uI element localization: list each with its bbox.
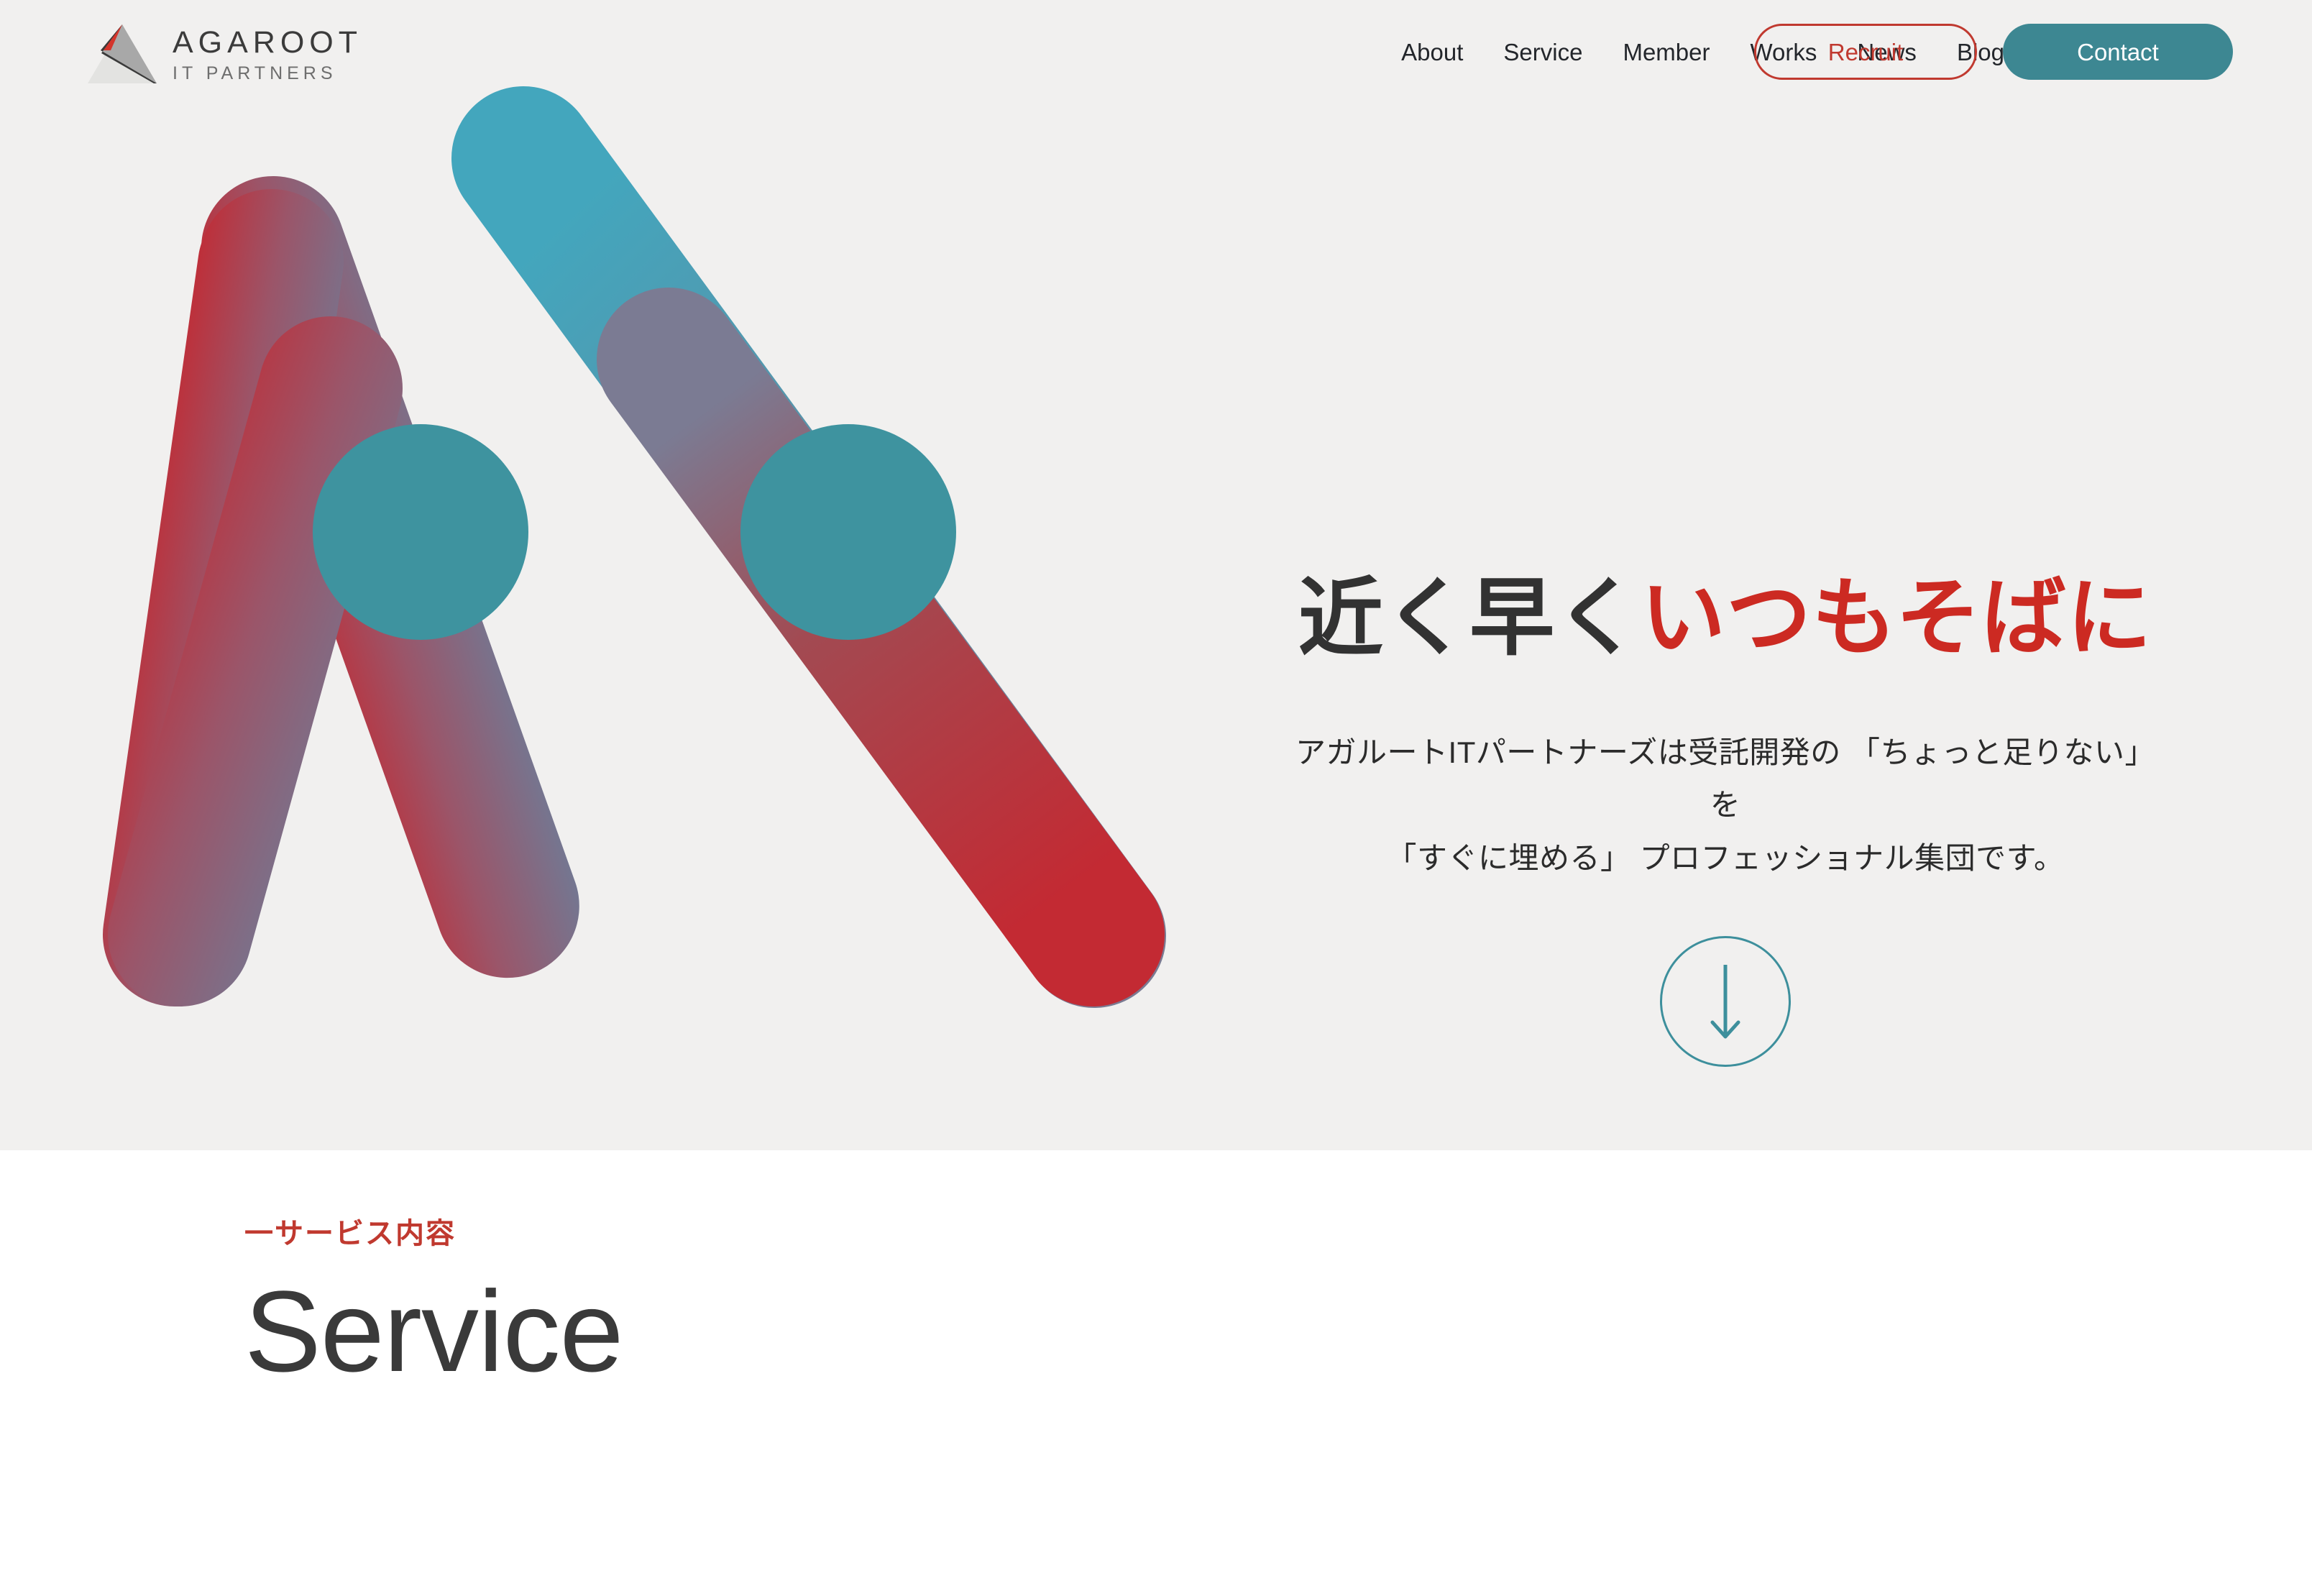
header-actions: Recruit Contact [1754,24,2233,80]
brand-subtitle: IT PARTNERS [173,63,337,83]
nav-item-service[interactable]: Service [1483,40,1602,64]
hero-title: 近く早くいつもそばに [1287,568,2164,670]
service-section: 一サービス内容 Service [0,1150,2312,1596]
brand-wordmark: AGAROOT IT PARTNERS [173,22,362,83]
hero-title-dark: 近く早く [1298,571,1641,666]
hero-copy: 近く早くいつもそばに アガルートITパートナーズは受託開発の 「ちょっと足りない… [1287,568,2164,1068]
contact-button[interactable]: Contact [2003,24,2233,80]
hero-section: AGAROOT IT PARTNERS About Service Member… [0,0,2312,1150]
brand-logo-link[interactable]: AGAROOT IT PARTNERS [85,22,362,85]
circle-left [313,424,528,640]
scroll-down-button[interactable] [1660,936,1791,1068]
hero-title-accent: いつもそばに [1641,571,2152,666]
circle-right [740,424,956,640]
service-section-inner: 一サービス内容 Service [244,1218,624,1395]
nav-item-about[interactable]: About [1381,40,1483,64]
rounded-triangle-graphic-icon [93,86,1215,1064]
hero-lead-line-1: アガルートITパートナーズは受託開発の 「ちょっと足りない」 を [1295,735,2155,822]
agaroot-triangle-logo-icon [85,22,160,85]
arrow-down-icon [1704,962,1747,1041]
service-heading: Service [244,1267,624,1395]
brand-name: AGAROOT [173,25,363,60]
hero-lead-line-2: 「すぐに埋める」 プロフェッショナル集団です。 [1386,840,2065,875]
recruit-button[interactable]: Recruit [1754,24,1977,80]
site-header: AGAROOT IT PARTNERS About Service Member… [0,0,2312,122]
hero-lead: アガルートITパートナーズは受託開発の 「ちょっと足りない」 を 「すぐに埋める… [1287,726,2164,885]
nav-item-member[interactable]: Member [1602,40,1730,64]
service-eyebrow: 一サービス内容 [244,1218,456,1249]
